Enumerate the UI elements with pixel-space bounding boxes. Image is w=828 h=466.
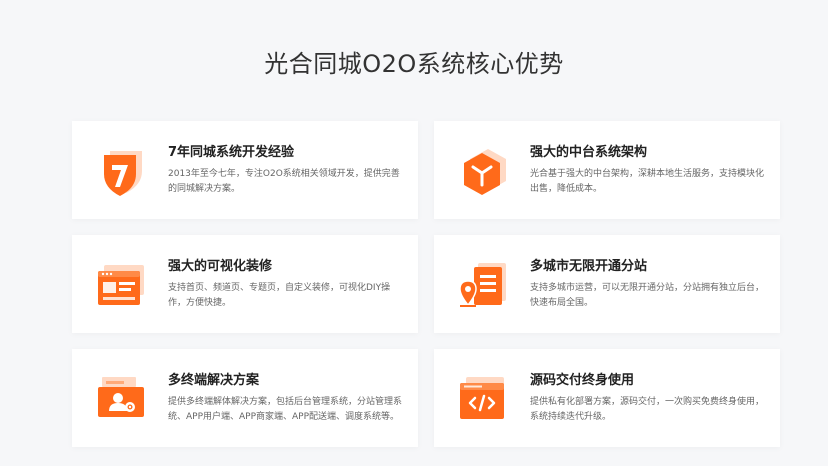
advantage-card-visual-editor: 强大的可视化装修 支持首页、频道页、专题页，自定义装修，可视化DIY操作，方便快… [72, 235, 418, 333]
card-title: 多城市无限开通分站 [530, 259, 648, 274]
advantage-card-architecture: 强大的中台系统架构 光合基于强大的中台架构，深耕本地生活服务，支持模块化出售，降… [434, 121, 780, 219]
advantage-card-experience: 7年同城系统开发经验 2013年至今七年，专注O2O系统相关领域开发，提供完善的… [72, 121, 418, 219]
visual-editor-icon [94, 257, 150, 313]
card-title: 7年同城系统开发经验 [168, 145, 295, 160]
page: 光合同城O2O系统核心优势 7年同城系统开发经验 2013年至今七年，专注O2O… [0, 0, 828, 466]
card-description: 提供多终端解体解决方案，包括后台管理系统，分站管理系统、APP用户端、APP商家… [168, 397, 403, 422]
shield-seven-icon [94, 143, 150, 199]
card-description: 支持首页、频道页、专题页，自定义装修，可视化DIY操作，方便快捷。 [168, 283, 391, 308]
advantage-card-city-stations: 多城市无限开通分站 支持多城市运营，可以无限开通分站，分站拥有独立后台，快速布局… [434, 235, 780, 333]
page-title: 光合同城O2O系统核心优势 [264, 50, 564, 78]
card-description: 提供私有化部署方案，源码交付，一次购买免费终身使用，系统持续迭代升级。 [530, 397, 765, 422]
card-title: 源码交付终身使用 [530, 373, 635, 388]
card-description: 光合基于强大的中台架构，深耕本地生活服务，支持模块化出售，降低成本。 [530, 169, 765, 194]
card-title: 强大的中台系统架构 [530, 145, 648, 160]
cube-architecture-icon [456, 143, 512, 199]
card-title: 强大的可视化装修 [168, 259, 273, 274]
advantage-card-source-code: 源码交付终身使用 提供私有化部署方案，源码交付，一次购买免费终身使用，系统持续迭… [434, 349, 780, 447]
card-description: 2013年至今七年，专注O2O系统相关领域开发，提供完善的同城解决方案。 [168, 169, 400, 194]
card-title: 多终端解决方案 [168, 373, 260, 388]
source-code-icon [456, 371, 512, 427]
card-description: 支持多城市运营，可以无限开通分站，分站拥有独立后台，快速布局全国。 [530, 283, 765, 308]
multi-terminal-icon [94, 371, 150, 427]
advantage-card-multi-terminal: 多终端解决方案 提供多终端解体解决方案，包括后台管理系统，分站管理系统、APP用… [72, 349, 418, 447]
city-station-icon [456, 257, 512, 313]
